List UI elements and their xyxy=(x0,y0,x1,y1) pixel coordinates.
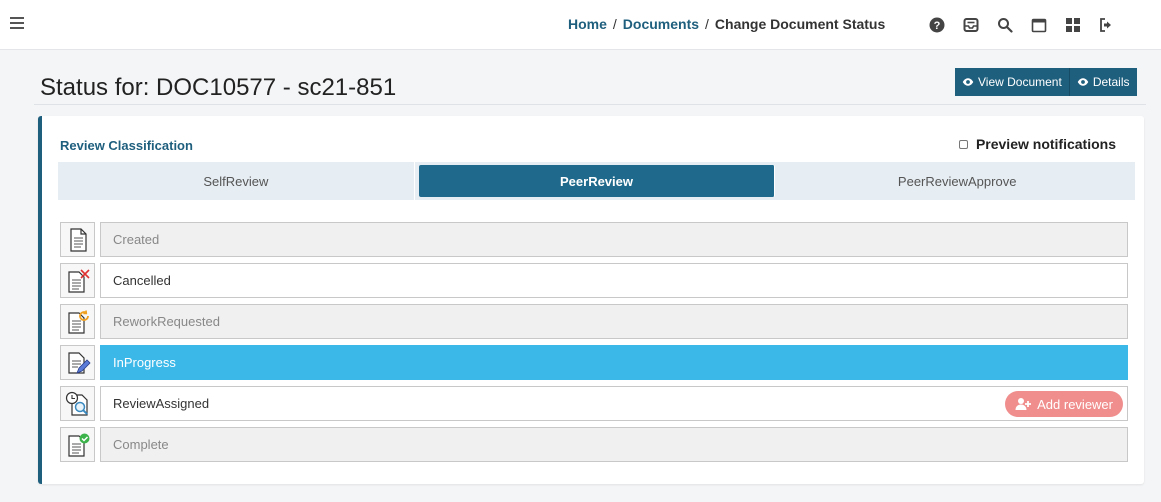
status-row-complete: Complete xyxy=(60,427,1130,463)
breadcrumb-separator: / xyxy=(612,16,617,32)
document-edit-icon[interactable] xyxy=(60,345,95,380)
status-created: Created xyxy=(100,222,1128,257)
add-reviewer-button[interactable]: Add reviewer xyxy=(1005,391,1123,417)
preview-notifications-label: Preview notifications xyxy=(975,136,1116,152)
document-cancel-icon[interactable] xyxy=(60,263,95,298)
hamburger-menu-icon[interactable] xyxy=(10,14,24,30)
breadcrumb-current: Change Document Status xyxy=(714,16,886,32)
inbox-icon[interactable] xyxy=(954,14,988,36)
eye-icon xyxy=(1077,78,1089,86)
status-cancelled[interactable]: Cancelled xyxy=(100,263,1128,298)
top-bar-icons: ? xyxy=(920,14,1124,36)
review-tabs: SelfReview PeerReview PeerReviewApprove xyxy=(58,162,1135,200)
review-assigned-icon[interactable] xyxy=(60,386,95,421)
apps-grid-icon[interactable] xyxy=(1056,14,1090,36)
page-title: Status for: DOC10577 - sc21-851 xyxy=(40,74,397,101)
status-row-reworkrequested: ReworkRequested xyxy=(60,304,1130,340)
view-document-button[interactable]: View Document xyxy=(955,68,1069,96)
details-button[interactable]: Details xyxy=(1068,68,1137,96)
status-row-created: Created xyxy=(60,222,1130,258)
help-icon[interactable]: ? xyxy=(920,14,954,36)
card-title: Review Classification xyxy=(60,138,193,153)
tab-selfreview[interactable]: SelfReview xyxy=(58,162,415,200)
add-user-icon xyxy=(1015,398,1032,410)
status-complete: Complete xyxy=(100,427,1128,462)
preview-notifications-checkbox[interactable] xyxy=(958,139,968,149)
calendar-icon[interactable] xyxy=(1022,14,1056,36)
document-rework-icon[interactable] xyxy=(60,304,95,339)
status-reworkrequested: ReworkRequested xyxy=(100,304,1128,339)
breadcrumb-documents-link[interactable]: Documents xyxy=(623,16,699,32)
status-inprogress: InProgress xyxy=(100,345,1128,380)
status-reviewassigned-label: ReviewAssigned xyxy=(113,396,210,411)
divider xyxy=(34,104,1146,105)
document-icon[interactable] xyxy=(60,222,95,257)
breadcrumb: Home / Documents / Change Document Statu… xyxy=(568,16,885,32)
breadcrumb-home-link[interactable]: Home xyxy=(568,16,607,32)
document-complete-icon[interactable] xyxy=(60,427,95,462)
tab-peerreview[interactable]: PeerReview xyxy=(418,165,776,197)
logout-icon[interactable] xyxy=(1090,14,1124,36)
add-reviewer-label: Add reviewer xyxy=(1037,396,1113,412)
eye-icon xyxy=(962,78,974,86)
view-document-label: View Document xyxy=(978,75,1062,89)
tab-peerreviewapprove[interactable]: PeerReviewApprove xyxy=(779,162,1135,200)
status-row-reviewassigned: ReviewAssigned Add reviewer xyxy=(60,386,1130,422)
breadcrumb-separator: / xyxy=(705,16,709,32)
review-classification-card: Review Classification Preview notificati… xyxy=(38,116,1144,484)
top-bar: Home / Documents / Change Document Statu… xyxy=(0,0,1161,50)
status-row-inprogress: InProgress xyxy=(60,345,1130,381)
preview-notifications-toggle[interactable]: Preview notifications xyxy=(958,136,1116,152)
header-button-group: View Document Details xyxy=(955,68,1137,96)
status-row-cancelled: Cancelled xyxy=(60,263,1130,299)
svg-text:?: ? xyxy=(934,20,941,32)
status-reviewassigned[interactable]: ReviewAssigned Add reviewer xyxy=(100,386,1128,421)
details-label: Details xyxy=(1092,75,1130,89)
search-icon[interactable] xyxy=(988,14,1022,36)
